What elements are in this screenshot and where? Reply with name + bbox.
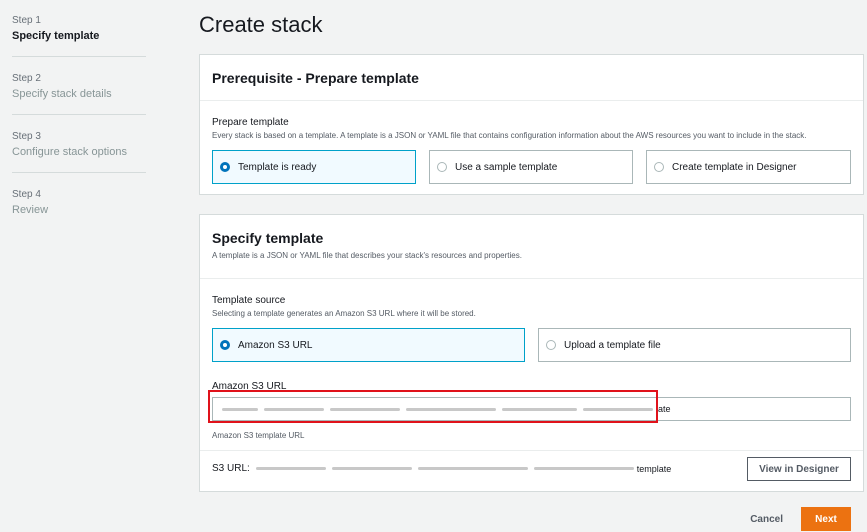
step-title: Review [12, 204, 49, 216]
cancel-button[interactable]: Cancel [750, 514, 783, 525]
step-1[interactable]: Step 1 Specify template [12, 14, 146, 57]
step-3[interactable]: Step 3 Configure stack options [12, 130, 146, 173]
highlight-annotation [208, 390, 658, 423]
option-template-ready[interactable]: Template is ready [212, 150, 416, 184]
step-number: Step 1 [12, 15, 41, 26]
redacted-text [533, 467, 634, 470]
wizard-steps: Step 1 Specify template Step 2 Specify s… [12, 14, 146, 245]
step-2[interactable]: Step 2 Specify stack details [12, 72, 146, 115]
next-button[interactable]: Next [801, 507, 851, 531]
step-title: Configure stack options [12, 146, 127, 158]
field-description: Every stack is based on a template. A te… [212, 131, 807, 140]
redacted-text [331, 467, 412, 470]
option-create-in-designer[interactable]: Create template in Designer [646, 150, 851, 184]
option-label: Amazon S3 URL [238, 339, 313, 351]
field-description: Selecting a template generates an Amazon… [212, 309, 476, 318]
s3-url-visible-text: template [636, 463, 672, 474]
url-visible-text: late [656, 404, 671, 414]
s3-url-label: S3 URL: [212, 463, 250, 474]
option-label: Create template in Designer [672, 161, 797, 173]
field-label: Template source [212, 295, 286, 306]
step-number: Step 4 [12, 189, 41, 200]
prerequisite-panel: Prerequisite - Prepare template Prepare … [199, 54, 864, 195]
panel-header: Specify template A template is a JSON or… [200, 215, 863, 279]
panel-title: Prerequisite - Prepare template [212, 70, 419, 86]
option-label: Template is ready [238, 161, 317, 173]
redacted-text [255, 467, 326, 470]
option-sample-template[interactable]: Use a sample template [429, 150, 633, 184]
option-label: Upload a template file [564, 339, 661, 351]
option-amazon-s3-url[interactable]: Amazon S3 URL [212, 328, 525, 362]
step-number: Step 2 [12, 73, 41, 84]
panel-title: Specify template [212, 230, 324, 246]
field-help-text: Amazon S3 template URL [212, 431, 305, 440]
radio-icon[interactable] [546, 340, 556, 350]
redacted-text [417, 467, 528, 470]
specify-template-panel: Specify template A template is a JSON or… [199, 214, 864, 492]
option-upload-template[interactable]: Upload a template file [538, 328, 851, 362]
radio-selected-icon[interactable] [220, 162, 230, 172]
panel-header: Prerequisite - Prepare template [200, 55, 863, 101]
field-label: Prepare template [212, 117, 289, 128]
radio-selected-icon[interactable] [220, 340, 230, 350]
step-number: Step 3 [12, 131, 41, 142]
radio-icon[interactable] [654, 162, 664, 172]
prepare-template-field: Prepare template Every stack is based on… [212, 117, 807, 140]
step-title: Specify stack details [12, 88, 112, 100]
step-4[interactable]: Step 4 Review [12, 188, 146, 230]
template-source-field: Template source Selecting a template gen… [212, 295, 476, 318]
panel-description: A template is a JSON or YAML file that d… [212, 251, 522, 260]
view-in-designer-button[interactable]: View in Designer [747, 457, 851, 481]
step-title: Specify template [12, 30, 100, 42]
wizard-actions: Cancel Next [750, 507, 851, 531]
radio-icon[interactable] [437, 162, 447, 172]
option-label: Use a sample template [455, 161, 558, 173]
page-title: Create stack [199, 12, 323, 37]
